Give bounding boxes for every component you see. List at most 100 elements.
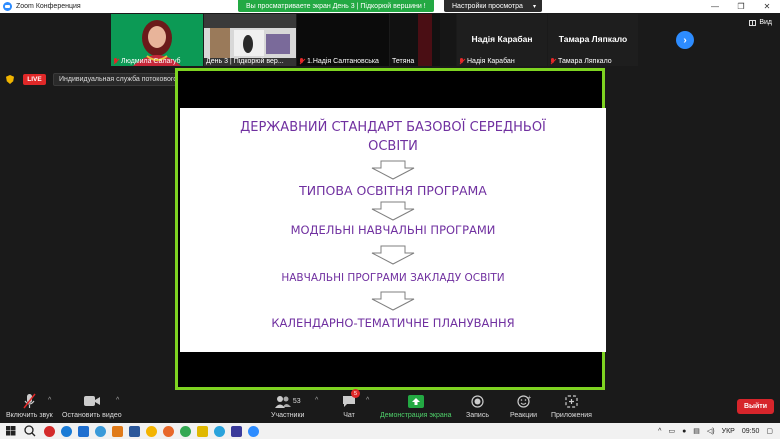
- firefox-icon[interactable]: [163, 425, 174, 437]
- close-button[interactable]: ✕: [754, 0, 780, 13]
- share-screen-icon: [407, 394, 424, 408]
- record-button[interactable]: Запись: [466, 392, 489, 419]
- presentation-slide: ДЕРЖАВНИЙ СТАНДАРТ БАЗОВОЇ СЕРЕДНЬОЇ ОСВ…: [180, 108, 606, 352]
- participants-label: Участники: [271, 412, 305, 419]
- zoom-window: Zoom Конференция — ❐ ✕ Вы просматриваете…: [0, 0, 780, 439]
- zoom-taskbar-icon[interactable]: [248, 425, 259, 437]
- reactions-label: Реакции: [510, 412, 538, 419]
- chat-options-caret[interactable]: ^: [366, 397, 369, 404]
- volume-icon[interactable]: ◁): [707, 427, 715, 435]
- mic-muted-icon: [113, 58, 119, 65]
- down-arrow-icon: [371, 245, 415, 265]
- chat-unread-badge: 5: [351, 389, 360, 398]
- reactions-icon: +: [516, 395, 531, 408]
- shared-screen: ДЕРЖАВНИЙ СТАНДАРТ БАЗОВОЇ СЕРЕДНЬОЇ ОСВ…: [175, 68, 606, 390]
- participant-caption: Тамара Ляпкало: [550, 58, 612, 65]
- participant-caption: Тетяна: [392, 58, 415, 65]
- participant-caption: Людмила Салагуб: [113, 58, 181, 65]
- view-button-label: Вид: [759, 19, 772, 26]
- unmute-button[interactable]: Включить звук: [6, 392, 53, 419]
- slide-line: ТИПОВА ОСВІТНЯ ПРОГРАМА: [299, 183, 487, 198]
- down-arrow-icon: [371, 201, 415, 221]
- chevron-right-icon: ›: [683, 34, 687, 46]
- record-label: Запись: [466, 412, 489, 419]
- network-icon[interactable]: ▤: [693, 427, 700, 435]
- stop-video-button[interactable]: Остановить видео: [62, 392, 122, 419]
- tray-mic-icon[interactable]: ●: [682, 428, 686, 435]
- apps-icon: [565, 394, 578, 408]
- file-explorer-icon[interactable]: [197, 425, 208, 437]
- tray-expand-icon[interactable]: ^: [658, 428, 661, 435]
- slide-line: КАЛЕНДАРНО-ТЕМАТИЧНЕ ПЛАНУВАННЯ: [271, 316, 515, 330]
- chat-button[interactable]: 5 Чат: [342, 389, 360, 419]
- mail-icon[interactable]: [78, 425, 89, 437]
- stop-video-label: Остановить видео: [62, 412, 122, 419]
- share-screen-button[interactable]: Демонстрация экрана: [380, 392, 452, 419]
- audio-options-caret[interactable]: ^: [48, 397, 51, 404]
- shield-icon[interactable]: [6, 75, 14, 84]
- record-icon: [471, 394, 484, 408]
- unmute-label: Включить звук: [6, 412, 53, 419]
- system-tray: ^ ▭ ● ▤ ◁) УКР 09:50 ▢: [658, 423, 780, 439]
- participant-strip: Людмила Салагуб День 3 | Підкорюй вер...…: [111, 14, 639, 66]
- word-icon[interactable]: [129, 425, 140, 437]
- participants-button[interactable]: 53 Участники: [271, 392, 304, 419]
- participants-icon: [274, 395, 291, 408]
- slide-line: МОДЕЛЬНІ НАВЧАЛЬНІ ПРОГРАМИ: [290, 223, 496, 237]
- window-controls: — ❐ ✕: [702, 0, 780, 13]
- participants-options-caret[interactable]: ^: [315, 397, 318, 404]
- participant-tile[interactable]: 1.Надія Салтановська: [297, 14, 389, 66]
- opera-icon[interactable]: [44, 425, 55, 437]
- down-arrow-icon: [371, 160, 415, 180]
- battery-icon[interactable]: ▭: [668, 427, 675, 435]
- notifications-icon[interactable]: ▢: [766, 427, 773, 435]
- minimize-button[interactable]: —: [702, 0, 728, 13]
- chevron-down-icon: ▾: [532, 3, 536, 10]
- participant-tile[interactable]: Тетяна: [390, 14, 456, 66]
- chat-label: Чат: [343, 412, 355, 419]
- windows-taskbar: ^ ▭ ● ▤ ◁) УКР 09:50 ▢: [0, 423, 780, 439]
- windows-start-icon[interactable]: [0, 423, 22, 439]
- mic-muted-icon: [550, 58, 556, 65]
- mic-muted-icon: [23, 393, 36, 409]
- photos-icon[interactable]: [112, 425, 123, 437]
- participant-display-name: Тамара Ляпкало: [558, 34, 628, 44]
- restore-button[interactable]: ❐: [728, 0, 754, 13]
- participant-caption: Надія Карабан: [459, 58, 515, 65]
- slide-line: ДЕРЖАВНИЙ СТАНДАРТ БАЗОВОЇ СЕРЕДНЬОЇ: [240, 120, 546, 135]
- grid-view-icon: [749, 19, 757, 26]
- participant-tile[interactable]: Тамара Ляпкало Тамара Ляпкало: [548, 14, 638, 66]
- chrome-alt-icon[interactable]: [180, 425, 191, 437]
- presentation-app-icon[interactable]: [231, 425, 242, 437]
- view-options-dropdown[interactable]: Настройки просмотра ▾: [444, 0, 542, 12]
- video-options-caret[interactable]: ^: [116, 397, 119, 404]
- edge-icon[interactable]: [61, 425, 72, 437]
- share-screen-label: Демонстрация экрана: [380, 412, 452, 419]
- video-camera-icon: [83, 396, 100, 406]
- view-options-label: Настройки просмотра: [452, 2, 523, 10]
- participant-tile[interactable]: День 3 | Підкорюй вер...: [204, 14, 296, 66]
- slide-line: ОСВІТИ: [368, 139, 418, 154]
- down-arrow-icon: [371, 291, 415, 311]
- chrome-icon[interactable]: [146, 425, 157, 437]
- slide-line: НАВЧАЛЬНІ ПРОГРАМИ ЗАКЛАДУ ОСВІТИ: [281, 272, 505, 284]
- clock[interactable]: 09:50: [742, 428, 760, 435]
- search-icon[interactable]: [22, 423, 38, 439]
- settings-app-icon[interactable]: [95, 425, 106, 437]
- telegram-icon[interactable]: [214, 425, 225, 437]
- participant-display-name: Надія Карабан: [471, 34, 533, 44]
- participant-tile[interactable]: Людмила Салагуб: [111, 14, 203, 66]
- window-title: Zoom Конференция: [16, 3, 81, 10]
- next-page-button[interactable]: ›: [676, 31, 694, 49]
- participant-tile[interactable]: Надія Карабан Надія Карабан: [457, 14, 547, 66]
- reactions-button[interactable]: + Реакции: [510, 392, 538, 420]
- leave-button[interactable]: Выйти: [737, 399, 774, 414]
- mic-muted-icon: [299, 58, 305, 65]
- zoom-logo-icon: [3, 2, 12, 11]
- keyboard-language[interactable]: УКР: [722, 428, 735, 435]
- participants-count: 53: [292, 397, 301, 405]
- apps-button[interactable]: Приложения: [551, 392, 592, 419]
- view-button[interactable]: Вид: [749, 19, 772, 26]
- live-badge[interactable]: LIVE: [23, 74, 46, 85]
- apps-label: Приложения: [551, 412, 592, 419]
